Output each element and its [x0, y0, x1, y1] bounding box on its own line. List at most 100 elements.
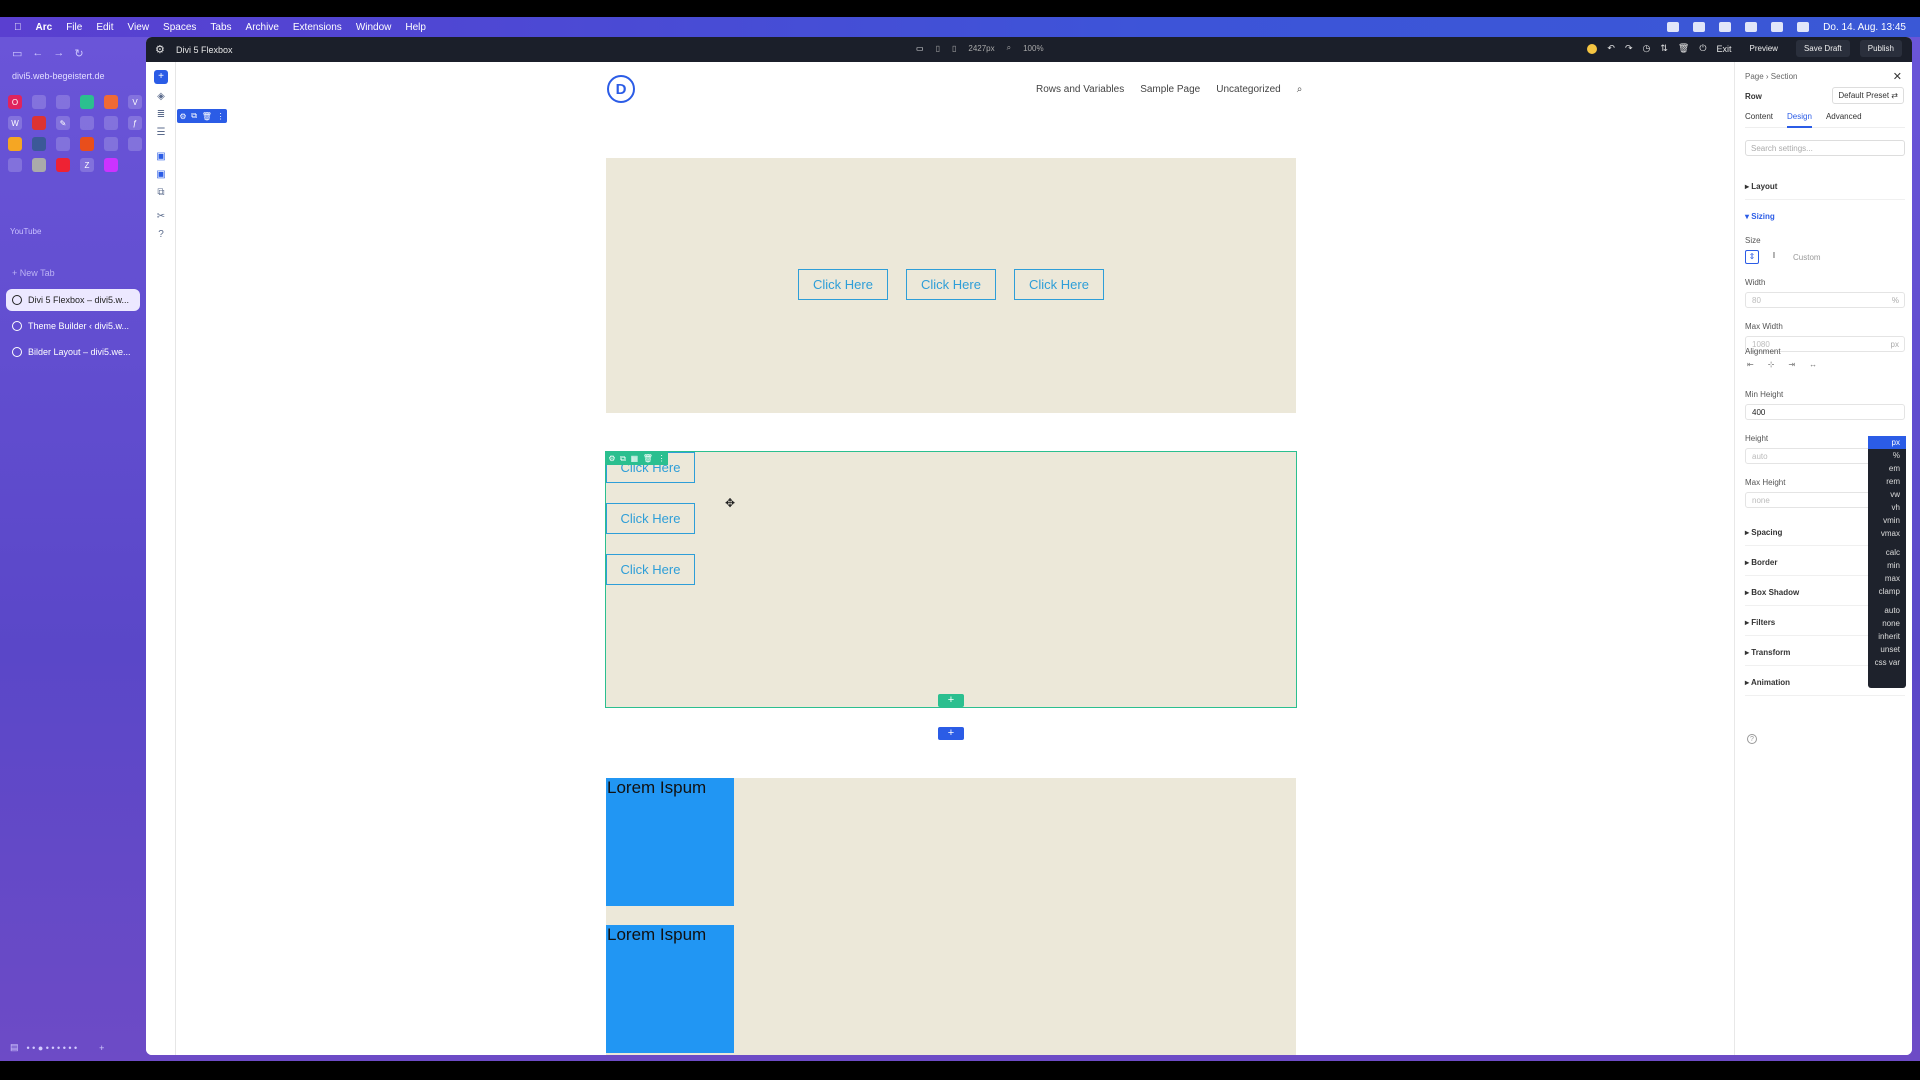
favorite-icon[interactable]: Z	[80, 158, 94, 172]
redo-icon[interactable]: ↷	[1625, 43, 1633, 54]
click-here-button[interactable]: Click Here	[798, 269, 888, 300]
click-here-button[interactable]: Click Here	[606, 503, 695, 534]
section-toolbar[interactable]: ⚙ ⧉ 🗑 ⋮	[177, 109, 227, 123]
group-sizing[interactable]: ▾ Sizing	[1745, 212, 1905, 229]
url-bar[interactable]: divi5.web-begeistert.de	[12, 71, 105, 81]
publish-button[interactable]: Publish	[1859, 40, 1902, 57]
unit-option[interactable]: vmin	[1868, 514, 1906, 527]
page-settings-icon[interactable]: ▣	[154, 168, 168, 182]
zoom-icon[interactable]: ⌕	[1007, 43, 1011, 53]
folder-label[interactable]: YouTube	[10, 227, 41, 236]
unit-keyword-option[interactable]: auto	[1868, 604, 1906, 617]
undo-icon[interactable]: ↶	[1607, 43, 1615, 54]
width-unit[interactable]: %	[1892, 296, 1899, 305]
favorite-icon[interactable]	[56, 137, 70, 151]
favorite-icon[interactable]	[32, 95, 46, 109]
desktop-view-icon[interactable]: ▭	[916, 44, 924, 53]
menu-help[interactable]: Help	[405, 22, 426, 33]
favorite-icon[interactable]	[8, 158, 22, 172]
delete-icon[interactable]: 🗑	[643, 454, 653, 463]
nav-link-sample-page[interactable]: Sample Page	[1140, 84, 1200, 95]
favorite-icon[interactable]: V	[128, 95, 142, 109]
menu-edit[interactable]: Edit	[96, 22, 113, 33]
group-layout[interactable]: ▸ Layout	[1745, 182, 1905, 200]
unit-function-option[interactable]: max	[1868, 572, 1906, 585]
more-icon[interactable]: ⋮	[658, 454, 666, 463]
new-tab-button[interactable]: + New Tab	[12, 268, 55, 278]
columns-icon[interactable]: ▦	[631, 454, 639, 463]
add-row-button[interactable]: +	[938, 694, 964, 707]
database-icon[interactable]: ≣	[154, 108, 168, 122]
settings-icon[interactable]: ⚙	[608, 454, 615, 463]
unit-option[interactable]: vw	[1868, 488, 1906, 501]
phone-view-icon[interactable]: ▯	[952, 44, 956, 53]
min-height-input[interactable]: 400	[1745, 404, 1905, 420]
favorite-icon[interactable]	[104, 95, 118, 109]
lorem-box[interactable]: Lorem Ispum	[606, 778, 734, 906]
help-icon[interactable]: ?	[1747, 734, 1757, 744]
duplicate-icon[interactable]: ⧉	[191, 111, 197, 121]
help-icon[interactable]: ?	[154, 228, 168, 242]
tab-divi5-flexbox[interactable]: Divi 5 Flexbox – divi5.w...	[6, 289, 140, 311]
search-icon[interactable]: ⌕	[1297, 84, 1303, 95]
favorite-icon[interactable]	[104, 116, 118, 130]
menu-window[interactable]: Window	[356, 22, 392, 33]
tab-bilder-layout[interactable]: Bilder Layout – divi5.we...	[6, 341, 140, 363]
preset-select[interactable]: Default Preset ⇄	[1832, 87, 1904, 104]
layers-icon[interactable]: ◈	[154, 90, 168, 104]
favorite-icon[interactable]	[104, 137, 118, 151]
portability-icon[interactable]: ⇅	[1660, 43, 1668, 54]
tools-icon[interactable]: ✂	[154, 210, 168, 224]
unit-function-option[interactable]: clamp	[1868, 585, 1906, 598]
back-icon[interactable]: ←	[32, 47, 43, 60]
history-icon[interactable]: ◷	[1643, 43, 1651, 54]
archive-icon[interactable]: ▤	[10, 1042, 19, 1053]
settings-list-icon[interactable]: ☰	[154, 126, 168, 140]
menu-extensions[interactable]: Extensions	[293, 22, 342, 33]
wifi-icon[interactable]	[1771, 22, 1784, 32]
unit-option[interactable]: vmax	[1868, 527, 1906, 540]
unit-keyword-option[interactable]: unset	[1868, 643, 1906, 656]
menubar-clock[interactable]: Do. 14. Aug. 13:45	[1823, 22, 1906, 33]
status-icon[interactable]	[1745, 22, 1758, 32]
favorite-icon[interactable]	[32, 116, 46, 130]
search-settings-input[interactable]: Search settings...	[1745, 140, 1905, 156]
unit-option[interactable]: %	[1868, 449, 1906, 462]
max-width-unit[interactable]: px	[1891, 340, 1899, 349]
tab-design[interactable]: Design	[1787, 112, 1812, 128]
status-icon[interactable]	[1667, 22, 1680, 32]
sidebar-toggle-icon[interactable]: ▭	[12, 47, 22, 60]
unit-keyword-option[interactable]: inherit	[1868, 630, 1906, 643]
lorem-box[interactable]: Lorem Ispum	[606, 925, 734, 1053]
tab-content[interactable]: Content	[1745, 112, 1773, 121]
tab-advanced[interactable]: Advanced	[1826, 112, 1862, 121]
site-logo[interactable]: D	[607, 75, 635, 103]
click-here-button[interactable]: Click Here	[906, 269, 996, 300]
menu-spaces[interactable]: Spaces	[163, 22, 196, 33]
delete-icon[interactable]: 🗑	[202, 112, 212, 121]
favorite-icon[interactable]	[80, 116, 94, 130]
row-vertical-selected[interactable]: Click Here ⚙ ⧉ ▦ 🗑 ⋮ Click Here Click He…	[605, 451, 1297, 708]
zoom-readout[interactable]: 100%	[1023, 44, 1043, 53]
trash-icon[interactable]: 🗑	[1678, 43, 1689, 54]
forward-icon[interactable]: →	[53, 47, 64, 60]
unit-option[interactable]: em	[1868, 462, 1906, 475]
menu-archive[interactable]: Archive	[246, 22, 279, 33]
fit-size-icon[interactable]: ⇕	[1745, 250, 1759, 264]
search-icon[interactable]	[1797, 22, 1810, 32]
gear-icon[interactable]: ⚙	[155, 43, 165, 56]
favorite-icon[interactable]	[56, 95, 70, 109]
layout-icon[interactable]: ⧉	[154, 186, 168, 200]
row-toolbar[interactable]: ⚙ ⧉ ▦ 🗑 ⋮	[606, 452, 668, 465]
status-icon[interactable]	[1693, 22, 1706, 32]
add-section-button[interactable]: +	[938, 727, 964, 740]
favorite-icon[interactable]: W	[8, 116, 22, 130]
favorite-icon[interactable]	[80, 137, 94, 151]
favorite-icon[interactable]	[104, 158, 118, 172]
unit-option[interactable]: vh	[1868, 501, 1906, 514]
theme-toggle-icon[interactable]	[1587, 43, 1598, 54]
menu-view[interactable]: View	[128, 22, 150, 33]
unit-keyword-option[interactable]: css var	[1868, 656, 1906, 669]
save-draft-button[interactable]: Save Draft	[1795, 40, 1850, 57]
unit-function-option[interactable]: calc	[1868, 546, 1906, 559]
